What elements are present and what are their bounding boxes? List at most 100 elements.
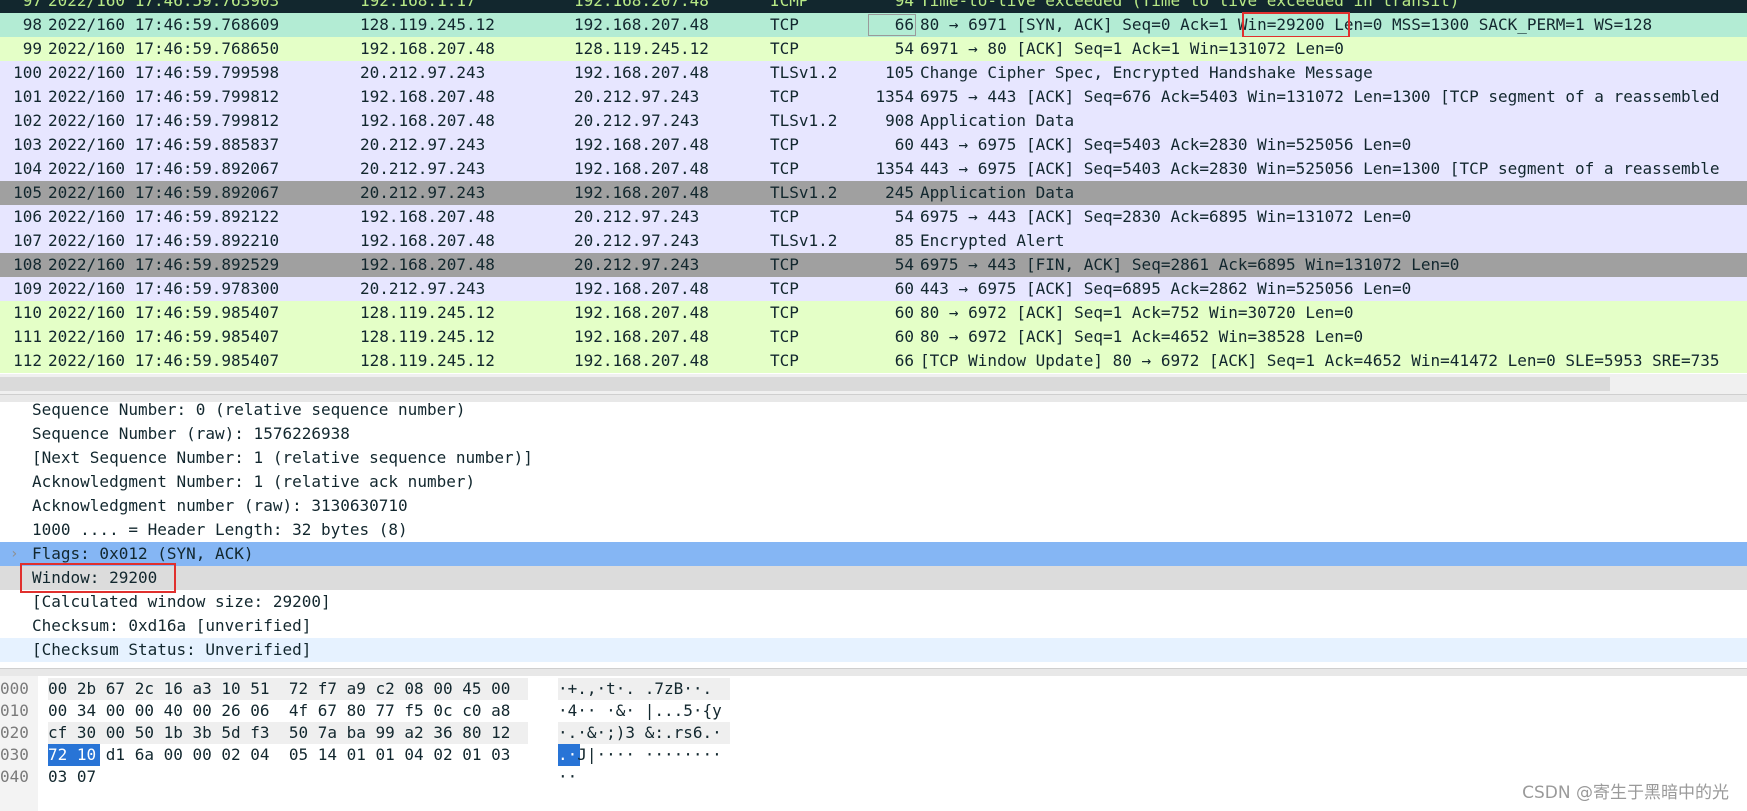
packet-src-cell: 192.168.207.48 <box>360 207 495 226</box>
detail-row[interactable]: Acknowledgment number (raw): 3130630710 <box>0 494 1747 518</box>
detail-text: [Checksum Status: Unverified] <box>32 640 312 659</box>
chevron-right-icon[interactable]: › <box>10 542 18 566</box>
packet-row[interactable]: 104 2022/160 17:46:59.892067 20.212.97.243… <box>0 157 1747 181</box>
byte-offset: 020 <box>0 723 29 742</box>
byte-offset: 040 <box>0 767 29 786</box>
ascii-bytes: J|···· ········ <box>558 745 722 764</box>
win-highlight-box <box>1242 12 1350 38</box>
packet-len-cell: 94 <box>894 0 914 10</box>
packet-src-cell: 192.168.207.48 <box>360 231 495 250</box>
packet-no-cell: 107 <box>13 231 42 250</box>
detail-text: Checksum: 0xd16a [unverified] <box>32 616 312 635</box>
packet-row[interactable]: 102 2022/160 17:46:59.799812 192.168.207.4… <box>0 109 1747 133</box>
packet-row[interactable]: 109 2022/160 17:46:59.978300 20.212.97.243… <box>0 277 1747 301</box>
byte-row[interactable]: 040 03 07 ·· <box>0 766 1747 788</box>
packet-info-cell: 443 → 6975 [ACK] Seq=6895 Ack=2862 Win=5… <box>920 279 1412 298</box>
packet-info-cell: Application Data <box>920 183 1075 202</box>
packet-dst-cell: 192.168.207.48 <box>574 63 709 82</box>
packet-dst-cell: 192.168.207.48 <box>574 159 709 178</box>
packet-dst-cell: 192.168.207.48 <box>574 15 709 34</box>
detail-row[interactable]: › Flags: 0x012 (SYN, ACK) <box>0 542 1747 566</box>
byte-row[interactable]: 72 10 .· 030 d1 6a 00 00 02 04 05 14 01 01… <box>0 744 1747 766</box>
byte-row[interactable]: 010 00 34 00 00 40 00 26 06 4f 67 80 77 f… <box>0 700 1747 722</box>
byte-row[interactable]: 020 cf 30 00 50 1b 3b 5d f3 50 7a ba 99 a… <box>0 722 1747 744</box>
packet-row[interactable]: 99 2022/160 17:46:59.768650 192.168.207.48… <box>0 37 1747 61</box>
packet-dst-cell: 20.212.97.243 <box>574 231 700 250</box>
packet-time-cell: 2022/160 17:46:59.892122 <box>48 207 280 226</box>
packet-dst-cell: 192.168.207.48 <box>574 0 709 10</box>
packet-src-cell: 20.212.97.243 <box>360 135 486 154</box>
detail-row[interactable]: Acknowledgment Number: 1 (relative ack n… <box>0 470 1747 494</box>
packet-time-cell: 2022/160 17:46:59.892067 <box>48 159 280 178</box>
packet-dst-cell: 192.168.207.48 <box>574 327 709 346</box>
packet-no-cell: 112 <box>13 351 42 370</box>
packet-no-cell: 110 <box>13 303 42 322</box>
packet-row[interactable]: 97 2022/160 17:46:59.763903 192.168.1.17 19… <box>0 0 1747 13</box>
detail-row[interactable]: Sequence Number: 0 (relative sequence nu… <box>0 402 1747 422</box>
packet-row[interactable]: 101 2022/160 17:46:59.799812 192.168.207.4… <box>0 85 1747 109</box>
packet-len-cell: 60 <box>894 327 914 346</box>
packet-src-cell: 128.119.245.12 <box>360 303 495 322</box>
packet-no-cell: 99 <box>22 39 42 58</box>
packet-no-cell: 103 <box>13 135 42 154</box>
packet-row[interactable]: 106 2022/160 17:46:59.892122 192.168.207.4… <box>0 205 1747 229</box>
detail-text: Acknowledgment Number: 1 (relative ack n… <box>32 472 476 491</box>
packet-bytes-pane[interactable]: 000 00 2b 67 2c 16 a3 10 51 72 f7 a9 c2 0… <box>0 676 1747 811</box>
detail-row[interactable]: [Calculated window size: 29200] <box>0 590 1747 614</box>
detail-text: [Calculated window size: 29200] <box>32 592 331 611</box>
packet-src-cell: 192.168.207.48 <box>360 39 495 58</box>
packet-src-cell: 20.212.97.243 <box>360 279 486 298</box>
detail-row[interactable]: Window: 29200 <box>0 563 1747 593</box>
packet-row[interactable]: 103 2022/160 17:46:59.885837 20.212.97.243… <box>0 133 1747 157</box>
packet-row[interactable]: 110 2022/160 17:46:59.985407 128.119.245.1… <box>0 301 1747 325</box>
packet-row[interactable]: 98 2022/160 17:46:59.768609 128.119.245.12… <box>0 12 1747 38</box>
packet-row[interactable]: 105 2022/160 17:46:59.892067 20.212.97.243… <box>0 181 1747 205</box>
packet-info-cell: Application Data <box>920 111 1075 130</box>
packet-proto-cell: TCP <box>770 207 799 226</box>
packet-details-pane[interactable]: Sequence Number: 0 (relative sequence nu… <box>0 402 1747 668</box>
packet-time-cell: 2022/160 17:46:59.768650 <box>48 39 280 58</box>
packet-proto-cell: TCP <box>770 303 799 322</box>
packet-row[interactable]: 112 2022/160 17:46:59.985407 128.119.245.1… <box>0 349 1747 373</box>
packet-dst-cell: 192.168.207.48 <box>574 279 709 298</box>
hex-bytes: 03 07 <box>48 767 97 786</box>
packet-row[interactable]: 111 2022/160 17:46:59.985407 128.119.245.1… <box>0 325 1747 349</box>
detail-row[interactable]: 1000 .... = Header Length: 32 bytes (8) <box>0 518 1747 542</box>
packet-len-cell: 1354 <box>875 87 914 106</box>
packet-row[interactable]: 107 2022/160 17:46:59.892210 192.168.207.4… <box>0 229 1747 253</box>
detail-text: Sequence Number: 0 (relative sequence nu… <box>32 402 466 419</box>
packet-proto-cell: TCP <box>770 351 799 370</box>
detail-row[interactable]: Checksum: 0xd16a [unverified] <box>0 614 1747 638</box>
packet-info-cell: Encrypted Alert <box>920 231 1065 250</box>
packet-row[interactable]: 108 2022/160 17:46:59.892529 192.168.207.4… <box>0 253 1747 277</box>
ascii-bytes: ·.·&·;)3 &:.rs6.· <box>558 723 722 742</box>
packet-info-cell: 80 → 6972 [ACK] Seq=1 Ack=4652 Win=38528… <box>920 327 1364 346</box>
hex-bytes: cf 30 00 50 1b 3b 5d f3 50 7a ba 99 a2 3… <box>48 723 511 742</box>
ascii-bytes: ·4·· ·&· |...5·{y <box>558 701 722 720</box>
packet-list[interactable]: 97 2022/160 17:46:59.763903 192.168.1.17 19… <box>0 0 1747 374</box>
packet-proto-cell: TCP <box>770 279 799 298</box>
watermark: CSDN @寄生于黑暗中的光 <box>1522 783 1729 803</box>
packet-no-cell: 101 <box>13 87 42 106</box>
detail-row[interactable]: [Next Sequence Number: 1 (relative seque… <box>0 446 1747 470</box>
packet-src-cell: 20.212.97.243 <box>360 183 486 202</box>
packet-info-cell: 6975 → 443 [FIN, ACK] Seq=2861 Ack=6895 … <box>920 255 1460 274</box>
packet-time-cell: 2022/160 17:46:59.985407 <box>48 327 280 346</box>
packet-dst-cell: 192.168.207.48 <box>574 183 709 202</box>
packet-len-cell: 66 <box>894 351 914 370</box>
byte-row[interactable]: 000 00 2b 67 2c 16 a3 10 51 72 f7 a9 c2 0… <box>0 678 1747 700</box>
packet-proto-cell: TCP <box>770 135 799 154</box>
packet-info-cell: Change Cipher Spec, Encrypted Handshake … <box>920 63 1373 82</box>
packet-len-cell: 908 <box>885 111 914 130</box>
packet-list-scrollbar[interactable] <box>0 374 1747 394</box>
detail-row[interactable]: Sequence Number (raw): 1576226938 <box>0 422 1747 446</box>
detail-row[interactable]: [Checksum Status: Unverified] <box>0 638 1747 662</box>
scrollbar-thumb[interactable] <box>0 377 1610 391</box>
packet-no-cell: 98 <box>22 15 42 34</box>
packet-time-cell: 2022/160 17:46:59.985407 <box>48 351 280 370</box>
packet-proto-cell: TLSv1.2 <box>770 63 838 82</box>
packet-row[interactable]: 100 2022/160 17:46:59.799598 20.212.97.243… <box>0 61 1747 85</box>
packet-no-cell: 100 <box>13 63 42 82</box>
packet-proto-cell: TCP <box>770 327 799 346</box>
packet-dst-cell: 192.168.207.48 <box>574 351 709 370</box>
